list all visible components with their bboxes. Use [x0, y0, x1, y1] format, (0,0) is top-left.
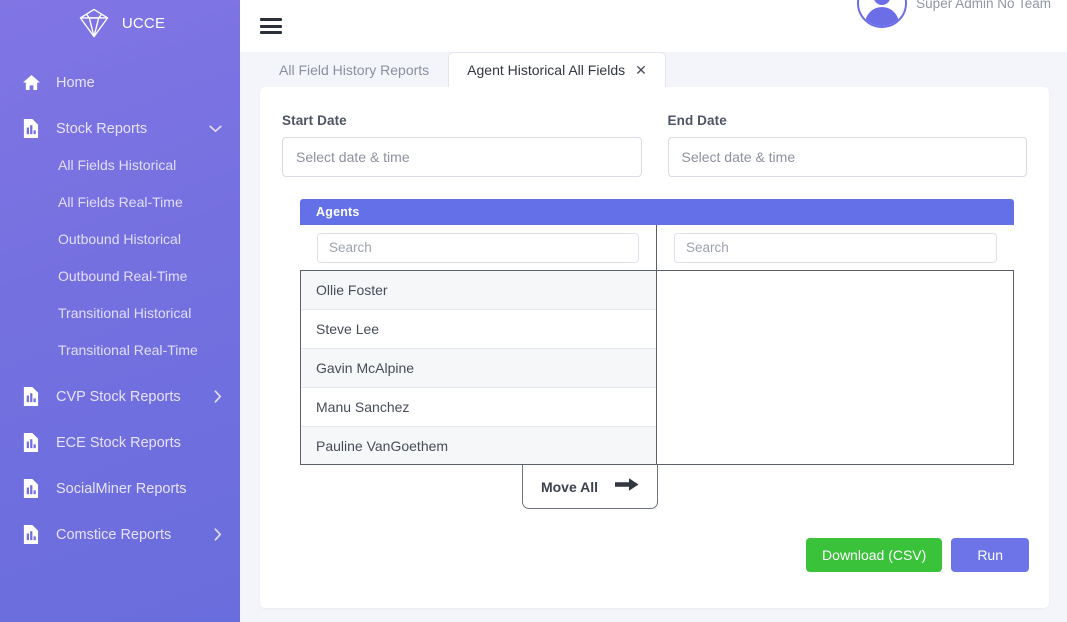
sidebar-item-stock-reports[interactable]: Stock Reports — [0, 110, 240, 147]
report-document-icon — [22, 387, 46, 406]
date-range-row: Start Date End Date — [282, 113, 1027, 177]
sidebar-item-comstice-reports[interactable]: Comstice Reports — [0, 516, 240, 553]
brand-name: UCCE — [121, 14, 166, 32]
sidebar-item-label: SocialMiner Reports — [56, 480, 187, 497]
home-icon — [22, 74, 46, 91]
selected-agents-search-input[interactable] — [674, 232, 997, 263]
sidebar-item-label: Stock Reports — [56, 120, 148, 137]
selected-agents-list[interactable] — [657, 271, 1014, 465]
available-agents-list[interactable]: Ollie Foster Steve Lee Gavin McAlpine Ma… — [300, 271, 656, 465]
end-date-label: End Date — [667, 113, 727, 128]
chevron-right-icon[interactable] — [214, 390, 222, 403]
available-agents-pane: Ollie Foster Steve Lee Gavin McAlpine Ma… — [300, 225, 657, 465]
list-item[interactable]: Gavin McAlpine — [301, 349, 656, 388]
sidebar-item-cvp-stock-reports[interactable]: CVP Stock Reports — [0, 378, 240, 415]
list-item[interactable]: Steve Lee — [301, 310, 656, 349]
run-button[interactable]: Run — [951, 538, 1029, 572]
agents-dual-list: Agents Ollie Foster Steve Lee Gavin McAl… — [300, 199, 1014, 509]
selected-search-wrap — [657, 225, 1014, 271]
move-all-label: Move All — [540, 478, 599, 495]
tab-agent-historical-all-fields[interactable]: Agent Historical All Fields ✕ — [448, 52, 666, 87]
end-date-input[interactable] — [667, 137, 1027, 177]
available-agents-search-input[interactable] — [317, 232, 639, 263]
arrow-right-icon — [615, 477, 639, 497]
report-document-icon — [22, 525, 46, 544]
action-buttons: Download (CSV) Run — [806, 538, 1029, 572]
sidebar-item-ece-stock-reports[interactable]: ECE Stock Reports — [0, 424, 240, 461]
start-date-input[interactable] — [282, 137, 642, 177]
diamond-gem-icon — [79, 8, 109, 38]
available-search-wrap — [300, 225, 656, 271]
tab-bar: All Field History Reports Agent Historic… — [240, 52, 1067, 87]
report-document-icon — [22, 479, 46, 498]
user-avatar-icon — [857, 0, 908, 28]
sidebar-submenu-stock-reports: All Fields Historical All Fields Real-Ti… — [0, 147, 240, 369]
start-date-field-group: Start Date — [282, 113, 642, 177]
list-item[interactable]: Pauline VanGoethem — [301, 427, 656, 464]
sidebar-subitem-all-fields-historical[interactable]: All Fields Historical — [0, 147, 240, 184]
sidebar-subitem-outbound-real-time[interactable]: Outbound Real-Time — [0, 258, 240, 295]
close-icon[interactable]: ✕ — [635, 63, 647, 77]
sidebar-item-label: CVP Stock Reports — [56, 388, 181, 405]
sidebar-item-label: Comstice Reports — [56, 526, 172, 543]
agents-panel-body: Ollie Foster Steve Lee Gavin McAlpine Ma… — [300, 225, 1014, 465]
list-item[interactable]: Ollie Foster — [301, 271, 656, 310]
sidebar: UCCE Home Stock Reports All Fields Histo… — [0, 0, 240, 622]
main-area: Super Admin No Team All Field History Re… — [240, 0, 1067, 622]
sidebar-item-home[interactable]: Home — [0, 64, 240, 101]
tab-label: All Field History Reports — [279, 62, 430, 78]
tab-all-field-history-reports[interactable]: All Field History Reports — [260, 52, 448, 87]
chevron-down-icon[interactable] — [209, 125, 222, 133]
download-csv-button[interactable]: Download (CSV) — [806, 538, 943, 572]
top-bar: Super Admin No Team — [240, 0, 1067, 52]
user-name-label: Super Admin No Team — [916, 0, 1051, 11]
list-item[interactable]: Manu Sanchez — [301, 388, 656, 427]
report-document-icon — [22, 119, 46, 138]
end-date-field-group: End Date — [667, 113, 1027, 177]
start-date-label: Start Date — [282, 113, 347, 128]
report-config-card: Start Date End Date Agents — [260, 87, 1049, 608]
sidebar-item-label: Home — [56, 74, 95, 91]
sidebar-nav: Home Stock Reports All Fields Historical… — [0, 64, 240, 553]
report-document-icon — [22, 433, 46, 452]
move-all-button[interactable]: Move All — [522, 465, 658, 509]
user-profile[interactable]: Super Admin No Team — [857, 0, 1051, 28]
selected-agents-pane — [657, 225, 1014, 465]
sidebar-subitem-transitional-historical[interactable]: Transitional Historical — [0, 295, 240, 332]
agents-panel-title: Agents — [300, 199, 1014, 225]
brand: UCCE — [0, 0, 240, 42]
app-root: UCCE Home Stock Reports All Fields Histo… — [0, 0, 1067, 622]
tab-label: Agent Historical All Fields — [467, 62, 626, 78]
hamburger-menu-icon[interactable] — [260, 18, 282, 34]
sidebar-subitem-outbound-historical[interactable]: Outbound Historical — [0, 221, 240, 258]
sidebar-subitem-all-fields-real-time[interactable]: All Fields Real-Time — [0, 184, 240, 221]
chevron-right-icon[interactable] — [214, 528, 222, 541]
sidebar-item-socialminer-reports[interactable]: SocialMiner Reports — [0, 470, 240, 507]
sidebar-subitem-transitional-real-time[interactable]: Transitional Real-Time — [0, 332, 240, 369]
sidebar-item-label: ECE Stock Reports — [56, 434, 181, 451]
